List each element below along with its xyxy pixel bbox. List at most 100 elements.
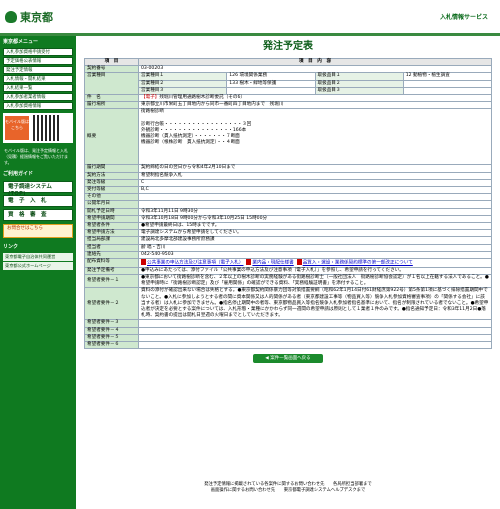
service-title: 入札情報サービス [439,14,488,21]
qualification-review-button[interactable]: 資 格 審 査 [3,209,73,221]
docs-label: 配布資料等 [84,258,139,268]
req1-value: ●東京都において街路樹診断を含む、２年以上の樹木診断の実務経験がある街路樹診断士… [138,273,492,289]
person-value: 齢 唱・吉川 [138,243,492,252]
tel-label: 連絡先 [84,250,139,260]
pdf-icon [246,259,252,266]
place-label: 履行場所 [84,101,139,110]
logo-text: 東京都 [20,11,53,24]
req4-label: 希望者要件－４ [84,326,139,335]
place-value: 東京都立川市栄町五丁目地内から同市一番町四丁目地内まで 残堀川 [138,101,492,110]
order-plan-table: 項 目 項 目 内 容 契約番号 03-00203 営業種目 営業種目１ 126… [84,57,493,350]
public-date-label: 公開年月日 [84,200,139,209]
sidebar-section-guide: ご利用ガイド [3,171,34,177]
item1-key: 取扱品目１ [314,72,404,81]
main-content: 発注予定表 項 目 項 目 内 容 契約番号 03-00203 営業種目 営業種… [84,40,493,364]
pdf-icon [141,259,146,266]
name-label: 件 名 [84,94,139,103]
sidebar: 東京都メニュー 入札参加資格申請受付 予定価格公表情報 発注予定情報 入札情報・… [0,36,76,509]
mobile-link[interactable]: モバイル版はこちら [3,113,73,143]
summary-value: 街路樹診断 診断行台帳・・・・・・・・・・・・・・・・・３回 外観診断・・・・・… [138,108,492,166]
col-item-header: 項 目 [84,57,139,67]
name-text: 残堀川管理用通路樹木診断委託（その6） [159,95,246,101]
link-tokyo-official[interactable]: 東京都公式ホームページ [3,262,73,270]
mobile-icon: モバイル版はこちら [5,116,29,140]
order-grade-value: C [138,178,492,188]
sidebar-section-links: リンク [3,244,19,250]
tel-value: 042-540-9503 [138,250,492,260]
footer: 発注予定情報に掲載されている各案件に関するお問い合わせ先 各局所担当部署まで 画… [76,482,500,494]
back-to-list-button[interactable]: ◀ 案件一覧画面へ戻る [253,354,323,364]
link-egov-joint[interactable]: 東京都電子自治体共同運営 [3,253,73,261]
electronic-tag: 【電子】 [141,95,160,101]
public-date-value [138,200,492,209]
sidebar-item-bid-results[interactable]: 入札結果一覧 [3,84,73,92]
item1-value: 12 動植物・植生調査 [402,72,493,81]
req5-label: 希望者要件－５ [84,333,139,343]
apply-period-value: 令和3年10月18日 9時00分から令和3年10月25日 15時00分 [138,214,492,224]
req3-value [138,319,492,328]
method-label: 契約方法 [84,171,139,180]
period-value: 契約締結の日の翌日から令和4年2月10日まで [138,164,492,173]
req2-label: 希望者要件－２ [84,287,139,321]
other-label: その他 [84,193,139,202]
item2-key: 取扱品目２ [314,79,404,88]
e-procurement-top-button[interactable]: 電子調達システム(TOP) [3,181,73,197]
contract-no-value: 03-00203 [138,65,492,74]
biz2-key: 営業種目２ [137,79,228,88]
doc-link[interactable]: 公共事業の申込方法及び注意事項（電子入札） [147,261,243,266]
tokyo-logo[interactable]: 東京都 [5,9,53,25]
sidebar-item-qualification[interactable]: 入札参加資格申請受付 [3,48,73,56]
doc-link[interactable]: 業内品・現配仕様書 [252,261,293,266]
sidebar-item-bid-info[interactable]: 入札情報・開札結果 [3,75,73,83]
req4-value [138,326,492,335]
condition-value: ●希望申請最終日は、15時までです。 [138,222,492,231]
office-label: 担当局部課 [84,236,139,245]
sidebar-item-participants[interactable]: 入札参加者業者情報 [3,93,73,101]
contract-no-label: 契約番号 [84,65,139,74]
item2-value [402,79,493,88]
summary-line: 機器診断（根株診断 貫入抵抗測定）・・４断面 [141,140,240,146]
req6-label: 希望者要件－６ [84,340,139,350]
col-content-header: 項 目 内 容 [138,57,492,67]
contact-button[interactable]: お問合せはこちら [3,224,73,238]
docs-value: 公共事業の申込方法及び注意事項（電子入札） 業内品・現配仕様書 品質入・選設・業… [138,258,492,268]
doc-link[interactable]: 品質入・選設・業務係契約標準の第一部改正について [303,261,413,266]
method-value: 希望制指名競争入札 [138,171,492,180]
req6-value [138,340,492,350]
condition-label: 希望者条件 [84,222,139,231]
qr-code-icon [33,115,59,141]
sidebar-section-menu: 東京都メニュー [3,39,39,45]
page-title: 発注予定表 [263,41,313,52]
name-value: 【電子】残堀川管理用通路樹木診断委託（その6） [138,94,492,103]
tokyo-emblem-icon [5,11,17,23]
apply-method-value: 電子調達システムから希望申請をしてください。 [138,229,492,238]
other-value [138,193,492,202]
req5-value [138,333,492,343]
open-date-label: 開札予定日時 [84,207,139,216]
prelim-label: 発注予定備考 [84,266,139,275]
accept-grade-value: B,C [138,186,492,195]
req2-value: 資料の添付が確認出来ない場合は失格とする。●東京都契約関係暴力団等対策措置要綱（… [138,287,492,321]
header: 東京都 入札情報サービス [0,0,500,36]
sidebar-item-qualification-info[interactable]: 入札参加資格情報 [3,102,73,110]
req3-label: 希望者要件－３ [84,319,139,328]
biz3-value [226,86,316,96]
open-date-value: 令和3年11月11日 9時30分 [138,207,492,216]
biz-label: 営業種目 [84,72,139,96]
apply-method-label: 希望申請方法 [84,229,139,238]
order-grade-label: 発注等級 [84,178,139,188]
sidebar-item-price[interactable]: 予定価格公表情報 [3,57,73,65]
biz1-value: 126 環境関係業務 [226,72,316,81]
biz3-key: 営業種目３ [137,86,228,96]
mobile-note: モバイル版は、発注予定情報と入札（見積）経過情報をご覧いただけます。 [4,148,68,165]
apply-period-label: 希望申請期間 [84,214,139,224]
item3-value [402,86,493,96]
sidebar-item-order-plan[interactable]: 発注予定情報 [3,66,73,74]
pdf-icon [296,259,302,266]
item3-key: 取扱品目３ [314,86,404,96]
footer-line: 画面操作に関するお問い合わせ先 東京都電子調達システムヘルプデスクまで [210,488,366,493]
summary-label: 概要 [84,108,139,166]
prelim-value: ●申込みにあたっては、添付ファイル「公共事業の申込方法及び注意事項（電子入札）」… [138,266,492,275]
biz2-value: 133 樹木・緑地等保護 [226,79,316,88]
office-value: 建設局北多摩北部建設事務所庶務課 [138,236,492,245]
